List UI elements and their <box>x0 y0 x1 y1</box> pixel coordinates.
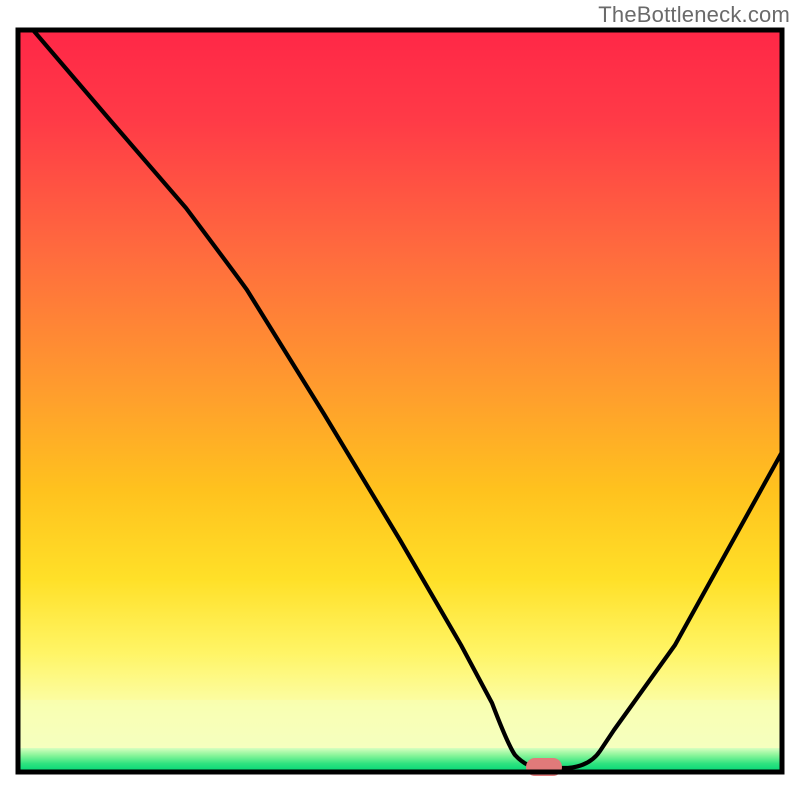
chart-svg <box>0 0 800 800</box>
chart-container: TheBottleneck.com <box>0 0 800 800</box>
gradient-background <box>18 30 782 772</box>
pale-band <box>18 700 782 750</box>
green-band <box>18 748 782 772</box>
plot-area <box>18 30 782 776</box>
watermark-text: TheBottleneck.com <box>598 2 790 28</box>
